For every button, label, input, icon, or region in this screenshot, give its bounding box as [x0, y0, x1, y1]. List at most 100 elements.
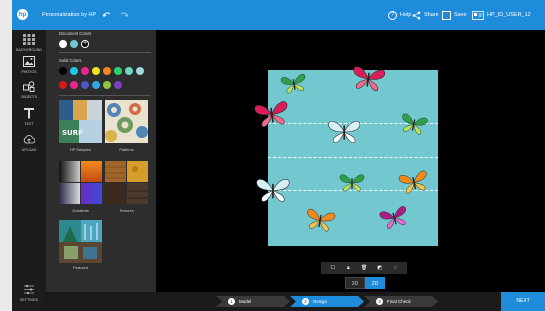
solid-color-swatch[interactable] [70, 81, 78, 89]
butterfly-sticker[interactable] [326, 119, 362, 145]
solid-color-swatch[interactable] [103, 67, 111, 75]
butterfly-sticker[interactable] [302, 206, 338, 234]
share-label: Share [424, 12, 439, 18]
divider [59, 52, 151, 53]
view-toggle: 3D 2D [345, 277, 386, 289]
steps-track [216, 296, 438, 307]
rail-label: TEXT [24, 122, 34, 126]
top-bar: hp Personalization by HP ? Help Share Sa… [12, 0, 545, 30]
hp-samples-thumb[interactable]: SURF [59, 100, 102, 143]
rail-label: UPLOAD [21, 148, 37, 152]
butterfly-sticker[interactable] [338, 173, 366, 193]
step-label: Design [313, 299, 328, 304]
rail-item-upload[interactable]: UPLOAD [12, 134, 46, 152]
upload-icon [23, 135, 35, 144]
step-label: Final Check [387, 299, 411, 304]
rail-label: SETTINGS [20, 298, 38, 302]
solid-color-swatch[interactable] [114, 67, 122, 75]
delete-icon[interactable]: 🗑︎ [361, 265, 367, 271]
butterfly-sticker[interactable] [397, 111, 430, 138]
featured-label: Featured [72, 266, 89, 270]
patterns-label: Patterns [119, 148, 134, 152]
view-2d-button[interactable]: 2D [365, 277, 385, 289]
hp-samples-label: HP Samples [69, 148, 92, 152]
grid-icon[interactable]: ⊞ [392, 265, 398, 271]
patterns-thumb[interactable] [105, 100, 148, 143]
step-final-check[interactable]: 3 Final Check [370, 296, 411, 307]
user-card-icon [472, 10, 484, 20]
solid-color-swatch[interactable] [81, 67, 89, 75]
app-title: Personalization by HP [42, 12, 97, 18]
lock-icon[interactable]: 🔒︎ [345, 265, 351, 271]
rail-item-objects[interactable]: OBJECTS [12, 81, 46, 99]
solid-color-swatch[interactable] [114, 81, 122, 89]
gradients-thumb[interactable] [59, 161, 102, 204]
solid-color-swatch[interactable] [92, 67, 100, 75]
solid-color-swatch[interactable] [103, 81, 111, 89]
settings-sliders-icon [24, 285, 34, 294]
save-button[interactable]: Save [442, 10, 467, 20]
step-number: 2 [302, 298, 309, 305]
solid-color-swatch[interactable] [92, 81, 100, 89]
help-button[interactable]: ? Help [388, 10, 411, 20]
step-design[interactable]: 2 Design [296, 296, 327, 307]
add-color-button[interactable]: + [81, 40, 89, 48]
solid-color-swatch[interactable] [125, 67, 133, 75]
svg-text:SURF: SURF [62, 129, 83, 137]
tool-rail: BACKGROUND PHOTOS OBJECTS TEXT UPLOAD SE… [12, 30, 46, 311]
next-button[interactable]: NEXT [501, 292, 545, 311]
layer-icon[interactable]: ◩ [377, 265, 383, 271]
save-label: Save [454, 12, 467, 18]
rail-item-text[interactable]: TEXT [12, 108, 46, 126]
textures-label: Textures [119, 209, 134, 213]
view-3d-button[interactable]: 3D [345, 277, 365, 289]
undo-icon[interactable] [102, 10, 112, 20]
rail-label: PHOTOS [21, 70, 37, 74]
solid-color-swatch[interactable] [136, 67, 144, 75]
divider [59, 95, 151, 96]
panel-guide-line [268, 157, 438, 158]
share-button[interactable]: Share [412, 10, 439, 20]
text-icon [24, 108, 34, 119]
rail-label: OBJECTS [20, 95, 38, 99]
butterfly-sticker[interactable] [376, 203, 411, 232]
rail-item-settings[interactable]: SETTINGS [12, 284, 46, 302]
solid-color-swatch[interactable] [81, 81, 89, 89]
rail-item-background[interactable]: BACKGROUND [12, 34, 46, 52]
photos-icon [23, 56, 35, 67]
step-model[interactable]: 1 Model [222, 296, 251, 307]
document-color-swatch[interactable] [59, 40, 67, 48]
gradients-label: Gradients [72, 209, 89, 213]
butterfly-sticker[interactable] [348, 64, 388, 95]
rail-label: BACKGROUND [16, 48, 42, 52]
document-colors-label: Document Colors [59, 31, 92, 36]
background-panel: Document Colors Solid Colors SURF HP Sam… [46, 30, 156, 311]
solid-color-swatch[interactable] [70, 67, 78, 75]
help-label: Help [400, 12, 412, 18]
featured-thumb[interactable] [59, 220, 102, 263]
redo-icon[interactable] [119, 10, 129, 20]
solid-color-swatch[interactable] [59, 67, 67, 75]
select-icon[interactable]: ☐ [330, 265, 336, 271]
butterfly-sticker[interactable] [396, 167, 432, 196]
butterfly-sticker[interactable] [251, 98, 292, 130]
objects-icon [23, 81, 35, 92]
step-label: Model [239, 299, 252, 304]
hp-logo[interactable]: hp [17, 9, 28, 20]
design-canvas[interactable] [254, 66, 438, 246]
user-menu[interactable]: HP_ID_USER_12 [472, 10, 531, 20]
rail-item-photos[interactable]: PHOTOS [12, 56, 46, 74]
step-number: 3 [376, 298, 383, 305]
steps-bar: 1 Model 2 Design 3 Final Check NEXT [46, 292, 545, 311]
solid-color-swatch[interactable] [59, 81, 67, 89]
document-color-swatch[interactable] [70, 40, 78, 48]
butterfly-sticker[interactable] [254, 177, 292, 204]
save-icon [442, 10, 451, 20]
design-workspace: ☐ 🔒︎ 🗑︎ ◩ ⊞ 3D 2D [156, 30, 545, 292]
step-number: 1 [228, 298, 235, 305]
textures-thumb[interactable] [105, 161, 148, 204]
help-icon: ? [388, 10, 397, 20]
butterfly-sticker[interactable] [278, 72, 309, 97]
solid-colors-label: Solid Colors [59, 58, 82, 63]
background-icon [23, 34, 35, 45]
